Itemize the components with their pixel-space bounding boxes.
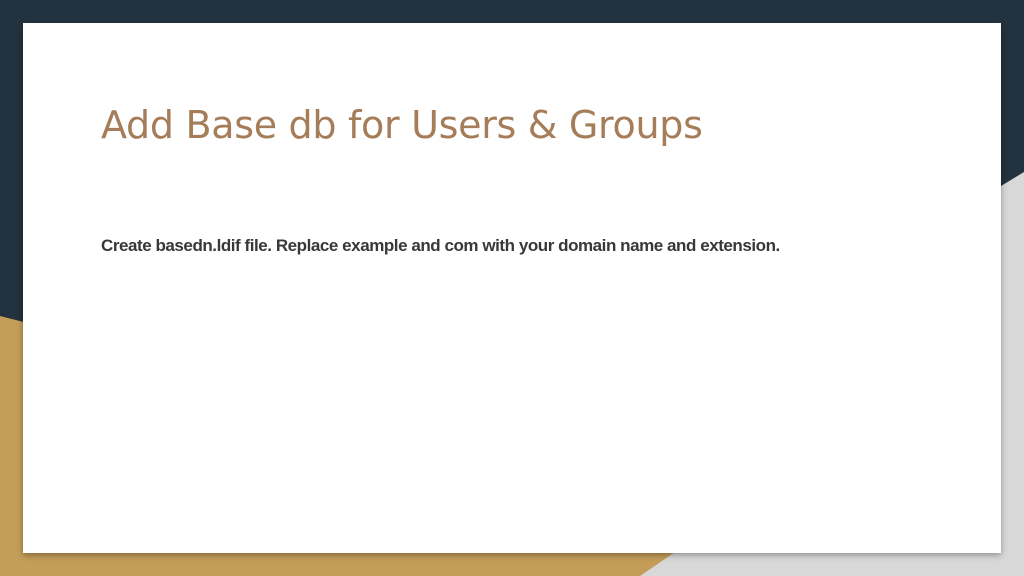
slide-content-card: Add Base db for Users & Groups Create ba… (23, 23, 1001, 553)
slide-title: Add Base db for Users & Groups (101, 103, 703, 147)
slide-body-text: Create basedn.ldif file. Replace example… (101, 236, 780, 255)
slide: Add Base db for Users & Groups Create ba… (0, 0, 1024, 576)
